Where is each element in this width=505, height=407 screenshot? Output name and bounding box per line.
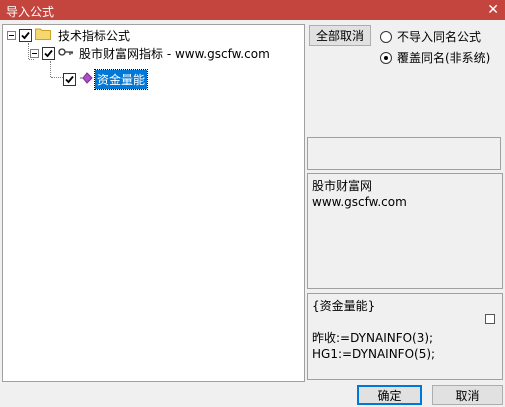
- code-panel[interactable]: {资金量能} 昨收:=DYNAINFO(3); HG1:=DYNAINFO(5)…: [307, 293, 503, 380]
- deselect-all-button[interactable]: 全部取消: [309, 25, 371, 46]
- title-bar: 导入公式 ✕: [0, 0, 505, 20]
- panel-checkbox[interactable]: [485, 314, 495, 324]
- radio-overwrite-same-name[interactable]: 覆盖同名(非系统): [380, 49, 490, 66]
- tree-connector: [50, 61, 51, 77]
- tree-label-root: 技术指标公式: [58, 28, 131, 43]
- key-icon: [58, 46, 74, 60]
- radio-skip-same-name[interactable]: 不导入同名公式: [380, 28, 481, 45]
- formula-icon: [79, 71, 93, 87]
- tree-node-item[interactable]: 资金量能: [63, 68, 149, 90]
- radio-overwrite-label: 覆盖同名(非系统): [397, 51, 491, 65]
- cancel-button[interactable]: 取消: [432, 385, 503, 405]
- tree-connector: [28, 43, 29, 59]
- checkbox-item[interactable]: [63, 72, 76, 86]
- checkbox-group[interactable]: [42, 46, 55, 60]
- close-icon[interactable]: ✕: [487, 1, 499, 19]
- info-line-2: www.gscfw.com: [312, 195, 407, 209]
- formula-tree[interactable]: 技术指标公式 股市财富网指标 - www.gscfw.com 资金量能: [2, 24, 305, 382]
- code-line-4: HG1:=DYNAINFO(5);: [312, 347, 436, 361]
- dialog-body: 技术指标公式 股市财富网指标 - www.gscfw.com 资金量能 全部取消…: [0, 20, 505, 407]
- folder-icon: [35, 27, 51, 43]
- ok-button[interactable]: 确定: [357, 385, 422, 405]
- tree-node-root[interactable]: 技术指标公式: [7, 26, 132, 44]
- collapse-icon[interactable]: [30, 48, 39, 58]
- info-panel: 股市财富网 www.gscfw.com: [307, 173, 503, 289]
- code-line-3: 昨收:=DYNAINFO(3);: [312, 331, 434, 345]
- checkbox-root[interactable]: [19, 28, 32, 42]
- tree-label-group: 股市财富网指标 - www.gscfw.com: [79, 46, 270, 61]
- collapse-icon[interactable]: [7, 30, 16, 40]
- radio-skip-label: 不导入同名公式: [397, 30, 482, 44]
- code-line-1: {资金量能}: [312, 299, 376, 313]
- tree-connector: [51, 77, 63, 78]
- tree-label-item: 资金量能: [93, 68, 149, 90]
- radio-overwrite-indicator[interactable]: [380, 51, 392, 64]
- empty-panel: [307, 137, 501, 170]
- info-line-1: 股市财富网: [312, 179, 373, 193]
- window-title: 导入公式: [6, 5, 55, 19]
- tree-node-group[interactable]: 股市财富网指标 - www.gscfw.com: [30, 44, 272, 62]
- radio-skip-indicator[interactable]: [380, 30, 392, 43]
